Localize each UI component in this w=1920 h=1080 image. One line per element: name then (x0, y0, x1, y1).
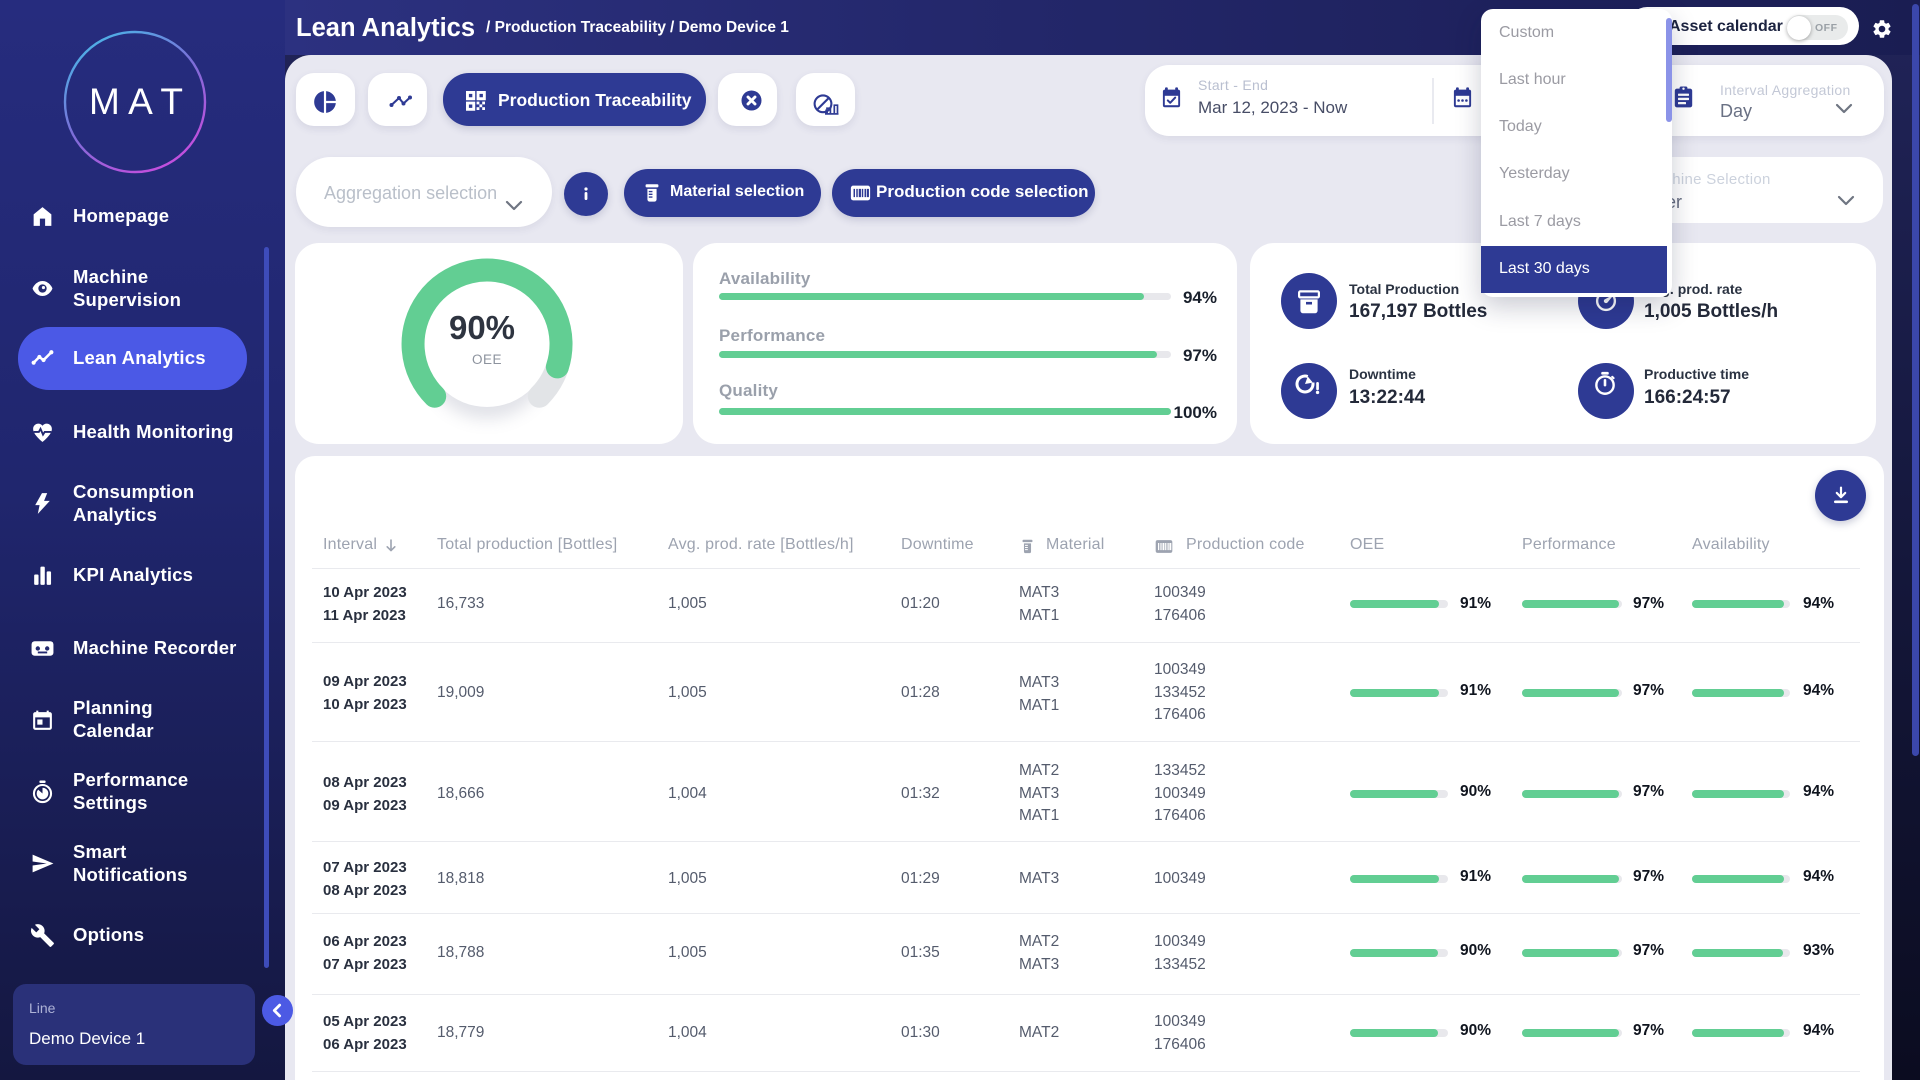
svg-text:M A T: M A T (89, 81, 183, 122)
